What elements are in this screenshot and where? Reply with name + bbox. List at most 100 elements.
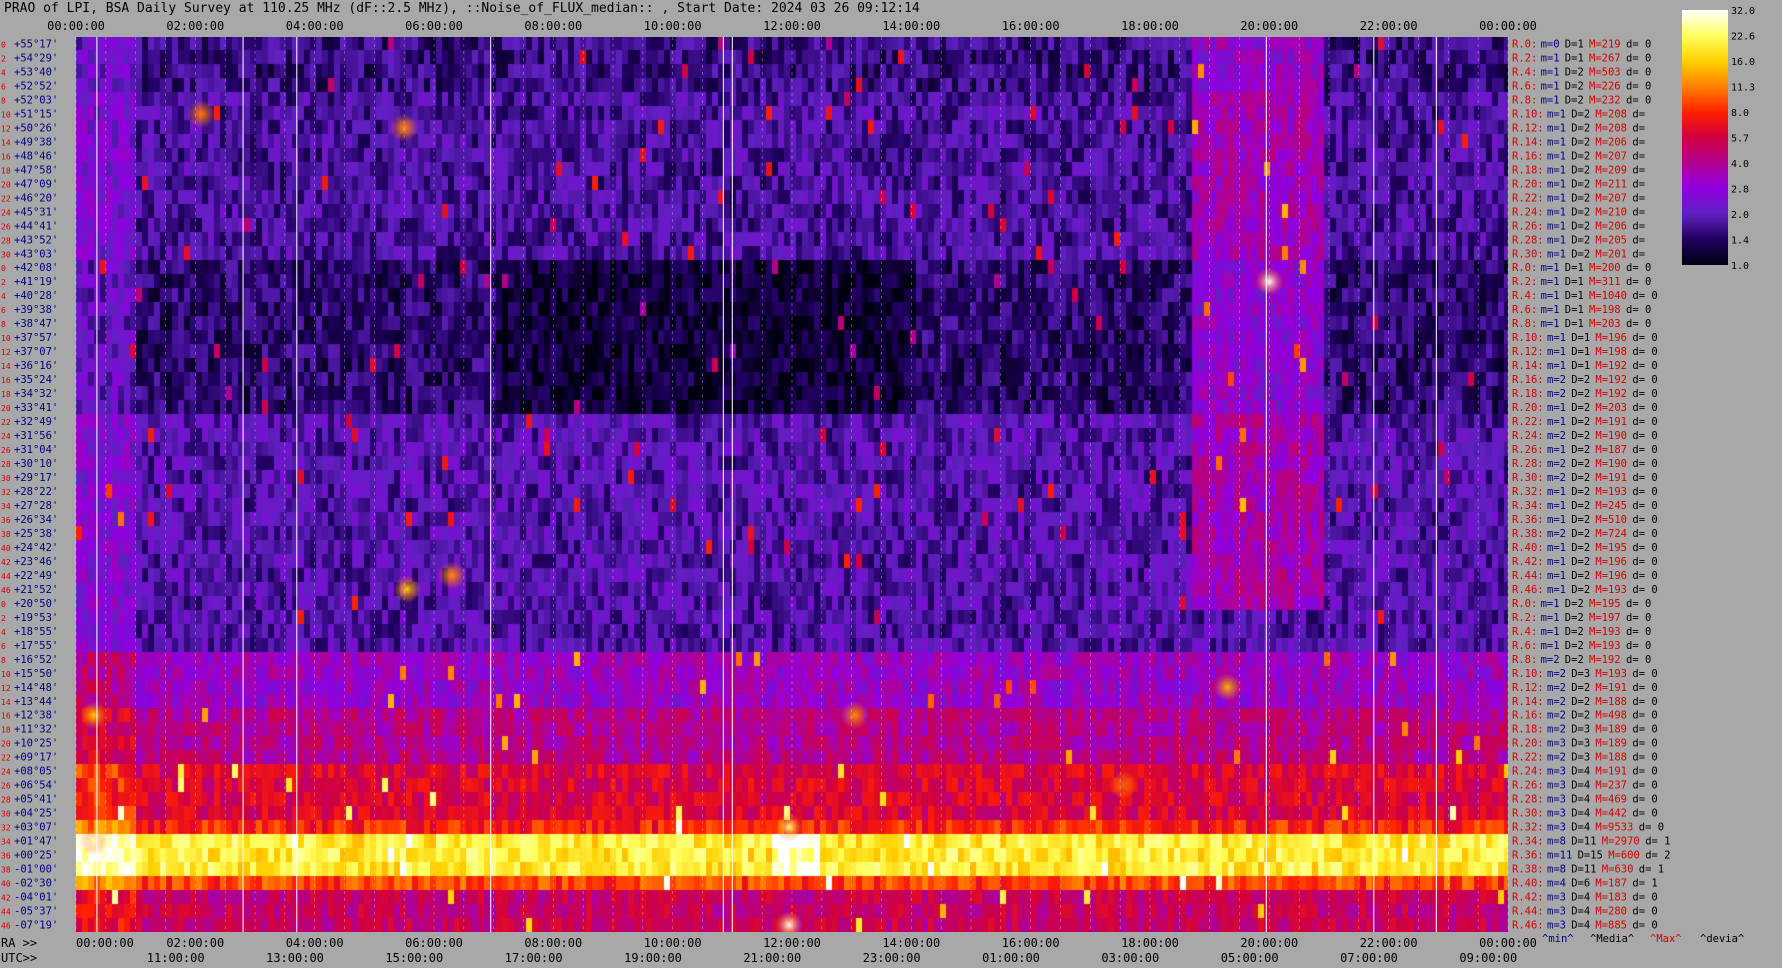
colorbar-tick: 4.0 — [1731, 159, 1749, 170]
ray-deviation-value: d= 0 — [1626, 626, 1651, 638]
utc-tick: 21:00:00 — [743, 951, 801, 965]
ray-label: R.10: — [1512, 668, 1544, 680]
ray-min-value: m=4 — [1547, 878, 1566, 890]
ra-tick: 08:00:00 — [524, 936, 582, 950]
utc-tick: 01:00:00 — [982, 951, 1040, 965]
ray-min-value: m=2 — [1547, 388, 1566, 400]
ray-deviation-value: d= 0 — [1626, 654, 1651, 666]
ray-deviation-value: d= 0 — [1632, 430, 1657, 442]
ray-median-value: D=2 — [1571, 374, 1590, 386]
ray-median-value: D=1 — [1565, 38, 1584, 50]
ray-deviation-value: d= 0 — [1632, 444, 1657, 456]
ray-label: R.6: — [1512, 304, 1537, 316]
ray-max-value: M=192 — [1595, 388, 1627, 400]
ray-max-value: M=219 — [1589, 38, 1621, 50]
declination-label: -05°37' — [14, 906, 58, 918]
ray-median-value: D=2 — [1571, 696, 1590, 708]
ray-label: R.38: — [1512, 864, 1544, 876]
declination-label: +33°41' — [14, 402, 58, 414]
ray-number: 2 — [1, 614, 6, 623]
ray-label: R.20: — [1512, 738, 1544, 750]
ray-number: 26 — [1, 222, 11, 231]
ray-median-value: D=4 — [1571, 920, 1590, 932]
ray-label: R.40: — [1512, 878, 1544, 890]
ray-label: R.26: — [1512, 444, 1544, 456]
colorbar-tick: 22.6 — [1731, 32, 1755, 43]
ray-max-value: M=196 — [1595, 570, 1627, 582]
ray-deviation-value: d= 0 — [1626, 38, 1651, 50]
declination-label: +13°44' — [14, 696, 58, 708]
ray-median-value: D=4 — [1571, 822, 1590, 834]
ray-min-value: m=1 — [1547, 206, 1566, 218]
ray-max-value: M=469 — [1595, 794, 1627, 806]
ray-min-value: m=3 — [1547, 920, 1566, 932]
ray-max-value: M=207 — [1595, 150, 1627, 162]
colorbar-tick: 2.8 — [1731, 185, 1749, 196]
ray-label: R.24: — [1512, 206, 1544, 218]
ray-deviation-value: d= 0 — [1626, 52, 1651, 64]
declination-label: +19°53' — [14, 612, 58, 624]
ray-number: 4 — [1, 68, 6, 77]
declination-label: +09°17' — [14, 752, 58, 764]
ray-min-value: m=1 — [1547, 136, 1566, 148]
declination-label: +01°47' — [14, 836, 58, 848]
ray-deviation-value: d= — [1632, 220, 1645, 232]
ray-label: R.32: — [1512, 822, 1544, 834]
declination-label: +17°55' — [14, 640, 58, 652]
ray-label: R.30: — [1512, 472, 1544, 484]
ray-min-value: m=3 — [1547, 766, 1566, 778]
declination-label: +31°56' — [14, 430, 58, 442]
ray-number: 18 — [1, 726, 11, 735]
ray-median-value: D=2 — [1571, 570, 1590, 582]
ray-max-value: M=196 — [1595, 556, 1627, 568]
declination-label: +23°46' — [14, 556, 58, 568]
ray-max-value: M=724 — [1595, 528, 1627, 540]
ray-min-value: m=1 — [1541, 612, 1560, 624]
ray-median-value: D=1 — [1571, 346, 1590, 358]
ray-number: 0 — [1, 264, 6, 273]
ray-deviation-value: d= 0 — [1632, 416, 1657, 428]
legend-key: ^Max^ — [1650, 933, 1682, 945]
colorbar-tick: 1.0 — [1731, 261, 1749, 272]
ray-min-value: m=1 — [1547, 514, 1566, 526]
ray-number: 8 — [1, 656, 6, 665]
ray-median-value: D=2 — [1571, 542, 1590, 554]
ray-max-value: M=245 — [1595, 500, 1627, 512]
ray-max-value: M=498 — [1595, 710, 1627, 722]
declination-label: +22°49' — [14, 570, 58, 582]
ray-deviation-value: d= 1 — [1645, 836, 1670, 848]
declination-label: +26°34' — [14, 514, 58, 526]
ray-min-value: m=0 — [1541, 38, 1560, 50]
top-time-tick: 02:00:00 — [166, 19, 224, 33]
ray-min-value: m=3 — [1547, 794, 1566, 806]
ray-max-value: M=237 — [1595, 780, 1627, 792]
ray-median-value: D=1 — [1565, 276, 1584, 288]
ray-label: R.12: — [1512, 122, 1544, 134]
ray-number: 14 — [1, 362, 11, 371]
colorbar-gradient — [1682, 10, 1728, 265]
ray-median-value: D=4 — [1571, 794, 1590, 806]
ray-deviation-value: d= 0 — [1632, 374, 1657, 386]
declination-label: +44°41' — [14, 220, 58, 232]
ray-label: R.34: — [1512, 836, 1544, 848]
ray-number: 2 — [1, 278, 6, 287]
ray-number: 30 — [1, 474, 11, 483]
ray-median-value: D=2 — [1571, 234, 1590, 246]
ray-max-value: M=183 — [1595, 892, 1627, 904]
ra-tick: 22:00:00 — [1360, 936, 1418, 950]
ray-label: R.4: — [1512, 290, 1537, 302]
ray-label: R.18: — [1512, 724, 1544, 736]
ray-number: 44 — [1, 908, 11, 917]
ray-number: 20 — [1, 740, 11, 749]
ray-number: 40 — [1, 544, 11, 553]
ray-deviation-value: d= 0 — [1626, 262, 1651, 274]
ray-median-value: D=11 — [1571, 836, 1596, 848]
ray-median-value: D=2 — [1571, 458, 1590, 470]
declination-label: +38°47' — [14, 318, 58, 330]
ray-max-value: M=205 — [1595, 234, 1627, 246]
ray-median-value: D=2 — [1571, 108, 1590, 120]
ray-deviation-value: d= 0 — [1626, 276, 1651, 288]
ray-max-value: M=191 — [1595, 416, 1627, 428]
ray-number: 22 — [1, 194, 11, 203]
ray-deviation-value: d= 0 — [1632, 472, 1657, 484]
